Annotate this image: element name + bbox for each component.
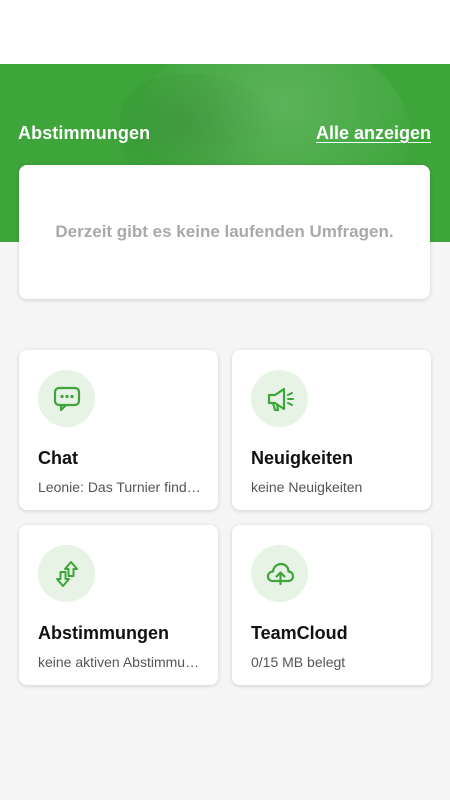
tile-votes-title: Abstimmungen <box>38 623 170 643</box>
chat-bubble-icon <box>53 386 80 411</box>
polls-card: Derzeit gibt es keine laufenden Umfragen… <box>19 165 430 299</box>
tile-chat-subtitle: Leonie: Das Turnier findet statt <box>38 479 203 495</box>
tile-news-subtitle: keine Neuigkeiten <box>251 479 363 495</box>
polls-empty-message: Derzeit gibt es keine laufenden Umfragen… <box>55 222 394 241</box>
top-bar <box>0 0 450 64</box>
screen: Abstimmungen Alle anzeigen Derzeit gibt … <box>0 0 450 800</box>
tile-cloud-subtitle: 0/15 MB belegt <box>251 654 346 670</box>
back-arrow-icon[interactable] <box>22 54 38 66</box>
tile-news[interactable]: Neuigkeiten keine Neuigkeiten <box>232 350 431 510</box>
tile-cloud-title: TeamCloud <box>251 623 348 643</box>
tile-chat[interactable]: Chat Leonie: Das Turnier findet statt <box>19 350 218 510</box>
votes-icon-badge <box>38 545 95 602</box>
news-icon-badge <box>251 370 308 427</box>
polls-section-title: Abstimmungen <box>18 123 151 143</box>
tile-news-title: Neuigkeiten <box>251 448 354 468</box>
tile-chat-title: Chat <box>38 448 78 468</box>
chat-icon-badge <box>38 370 95 427</box>
show-all-link[interactable]: Alle anzeigen <box>316 123 431 144</box>
cloud-upload-icon <box>266 562 294 585</box>
vote-arrows-icon <box>55 560 78 587</box>
tile-votes-subtitle: keine aktiven Abstimmungen <box>38 654 203 670</box>
cloud-icon-badge <box>251 545 308 602</box>
tile-votes[interactable]: Abstimmungen keine aktiven Abstimmungen <box>19 525 218 685</box>
megaphone-icon <box>267 387 294 411</box>
tile-cloud[interactable]: TeamCloud 0/15 MB belegt <box>232 525 431 685</box>
